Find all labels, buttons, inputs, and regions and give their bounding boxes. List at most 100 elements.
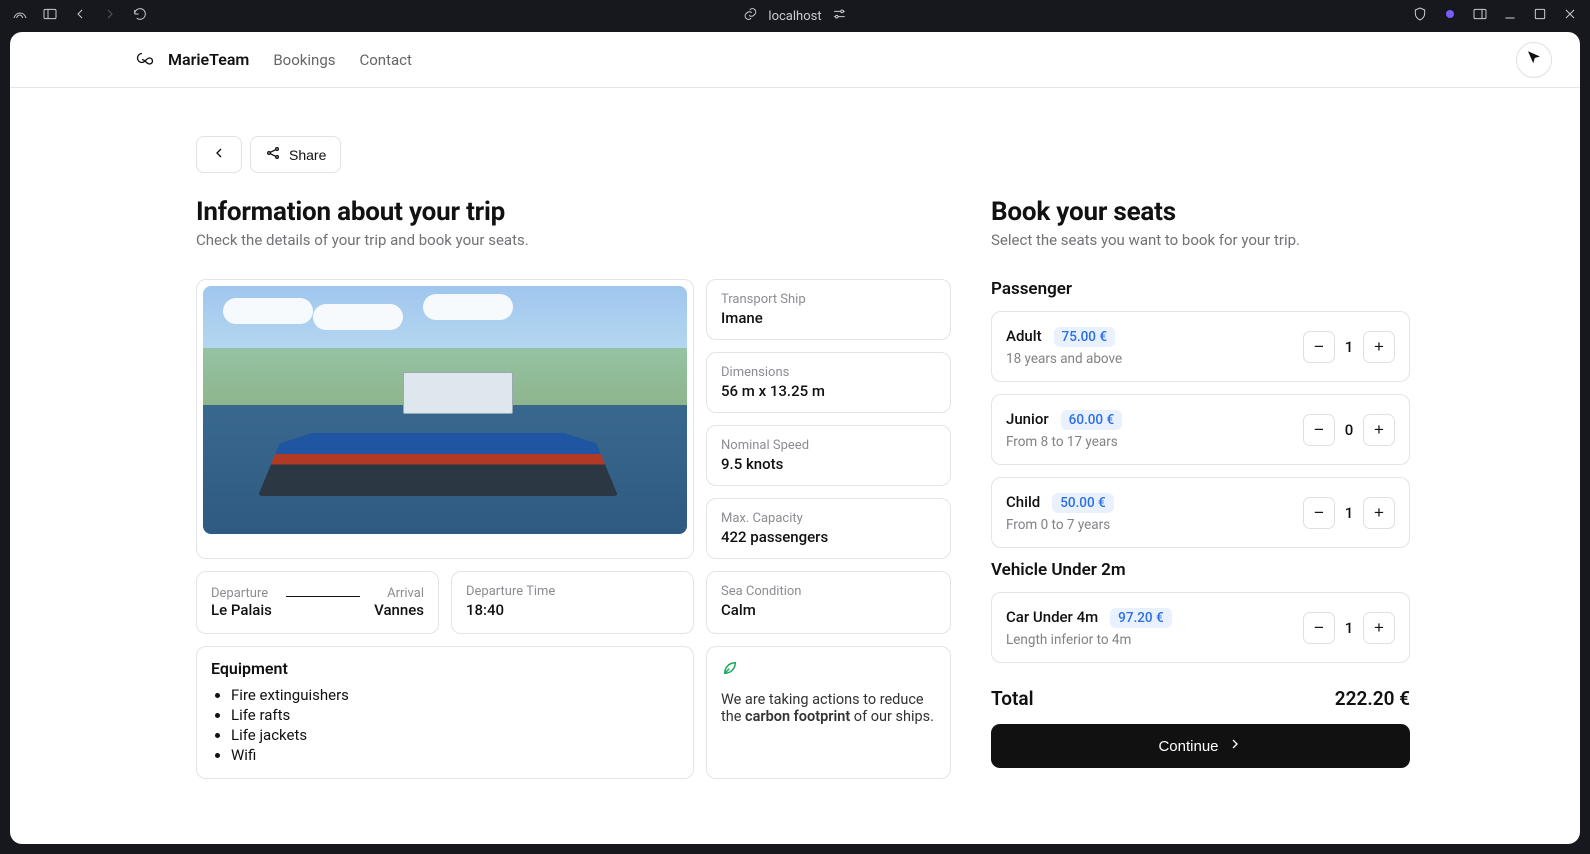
window-minimize-icon[interactable] — [1502, 6, 1518, 26]
ship-image-card — [196, 279, 694, 559]
topbar: MarieTeam Bookings Contact — [10, 32, 1580, 88]
continue-button[interactable]: Continue — [991, 724, 1410, 768]
total-row: Total 222.20 € — [991, 687, 1410, 710]
departure-label: Departure — [211, 586, 272, 601]
increment-button[interactable]: + — [1363, 331, 1395, 363]
dep-time-value: 18:40 — [466, 601, 679, 619]
ticket-price: 75.00 € — [1054, 327, 1115, 347]
forward-icon[interactable] — [102, 6, 118, 26]
share-label: Share — [289, 147, 326, 163]
book-subtitle: Select the seats you want to book for yo… — [991, 231, 1410, 249]
speed-label: Nominal Speed — [721, 438, 936, 453]
ticket-price: 50.00 € — [1052, 493, 1113, 513]
ship-image — [203, 286, 687, 534]
card-sea-condition: Sea Condition Calm — [706, 571, 951, 634]
window-maximize-icon[interactable] — [1532, 6, 1548, 26]
share-icon — [265, 145, 281, 164]
arrival-value: Vannes — [374, 601, 424, 619]
infinity-icon — [136, 49, 160, 71]
qty-value: 1 — [1335, 619, 1363, 637]
increment-button[interactable]: + — [1363, 414, 1395, 446]
card-transport-ship: Transport Ship Imane — [706, 279, 951, 340]
address-host[interactable]: localhost — [768, 9, 821, 24]
ticket-desc: Length inferior to 4m — [1006, 632, 1172, 648]
share-button[interactable]: Share — [250, 136, 341, 173]
sidebar-toggle-icon[interactable] — [42, 6, 58, 26]
nav-bookings[interactable]: Bookings — [273, 51, 335, 69]
extension-icon[interactable] — [1442, 6, 1458, 26]
card-capacity: Max. Capacity 422 passengers — [706, 498, 951, 559]
ticket-desc: From 8 to 17 years — [1006, 434, 1122, 450]
equipment-item: Wifi — [231, 746, 679, 764]
group-heading-vehicle: Vehicle Under 2m — [991, 560, 1410, 580]
arrival-label: Arrival — [374, 586, 424, 601]
book-title: Book your seats — [991, 197, 1410, 227]
tune-icon[interactable] — [832, 6, 848, 26]
continue-label: Continue — [1158, 738, 1218, 755]
ticket-row-car: Car Under 4m 97.20 € Length inferior to … — [991, 592, 1410, 663]
chevron-right-icon — [1227, 736, 1243, 756]
window-close-icon[interactable] — [1562, 6, 1578, 26]
decrement-button[interactable]: − — [1303, 612, 1335, 644]
ticket-name: Child — [1006, 493, 1040, 511]
dimensions-label: Dimensions — [721, 365, 936, 380]
card-eco: We are taking actions to reduce the carb… — [706, 646, 951, 779]
app-frame: MarieTeam Bookings Contact Share — [10, 32, 1580, 844]
card-route: Departure Le Palais Arrival Vannes — [196, 571, 439, 634]
pointer-badge[interactable] — [1516, 42, 1552, 78]
card-speed: Nominal Speed 9.5 knots — [706, 425, 951, 486]
link-icon — [742, 6, 758, 26]
quantity-stepper: − 0 + — [1303, 414, 1395, 446]
ticket-row-child: Child 50.00 € From 0 to 7 years − 1 + — [991, 477, 1410, 548]
card-departure-time: Departure Time 18:40 — [451, 571, 694, 634]
ticket-name: Car Under 4m — [1006, 608, 1098, 626]
shield-icon[interactable] — [1412, 6, 1428, 26]
back-icon[interactable] — [72, 6, 88, 26]
equipment-item: Life jackets — [231, 726, 679, 744]
ticket-row-junior: Junior 60.00 € From 8 to 17 years − 0 + — [991, 394, 1410, 465]
quantity-stepper: − 1 + — [1303, 612, 1395, 644]
decrement-button[interactable]: − — [1303, 497, 1335, 529]
decrement-button[interactable]: − — [1303, 414, 1335, 446]
speed-value: 9.5 knots — [721, 455, 936, 473]
eco-text-bold: carbon footprint — [745, 708, 850, 725]
panel-icon[interactable] — [1472, 6, 1488, 26]
card-dimensions: Dimensions 56 m x 13.25 m — [706, 352, 951, 413]
ticket-price: 97.20 € — [1110, 608, 1171, 628]
qty-value: 1 — [1335, 338, 1363, 356]
back-button[interactable] — [196, 136, 242, 173]
total-label: Total — [991, 687, 1034, 710]
reload-icon[interactable] — [132, 6, 148, 26]
card-equipment: Equipment Fire extinguishers Life rafts … — [196, 646, 694, 779]
quantity-stepper: − 1 + — [1303, 331, 1395, 363]
capacity-label: Max. Capacity — [721, 511, 936, 526]
ticket-row-adult: Adult 75.00 € 18 years and above − 1 + — [991, 311, 1410, 382]
nav-contact[interactable]: Contact — [359, 51, 411, 69]
brand[interactable]: MarieTeam — [136, 49, 249, 71]
total-value: 222.20 € — [1335, 687, 1410, 710]
browser-chrome: localhost — [0, 0, 1590, 32]
transport-ship-label: Transport Ship — [721, 292, 936, 307]
info-title: Information about your trip — [196, 197, 951, 227]
qty-value: 1 — [1335, 504, 1363, 522]
equipment-list: Fire extinguishers Life rafts Life jacke… — [211, 686, 679, 764]
qty-value: 0 — [1335, 421, 1363, 439]
departure-value: Le Palais — [211, 601, 272, 619]
leaf-icon — [721, 662, 739, 681]
ticket-desc: From 0 to 7 years — [1006, 517, 1114, 533]
increment-button[interactable]: + — [1363, 497, 1395, 529]
ticket-name: Adult — [1006, 327, 1042, 345]
equipment-item: Fire extinguishers — [231, 686, 679, 704]
increment-button[interactable]: + — [1363, 612, 1395, 644]
arc-icon — [12, 6, 28, 26]
group-heading-passenger: Passenger — [991, 279, 1410, 299]
decrement-button[interactable]: − — [1303, 331, 1335, 363]
eco-text-post: of our ships. — [850, 708, 934, 725]
dimensions-value: 56 m x 13.25 m — [721, 382, 936, 400]
quantity-stepper: − 1 + — [1303, 497, 1395, 529]
ticket-name: Junior — [1006, 410, 1049, 428]
ticket-desc: 18 years and above — [1006, 351, 1122, 367]
pointer-icon — [1525, 49, 1543, 71]
capacity-value: 422 passengers — [721, 528, 936, 546]
transport-ship-value: Imane — [721, 309, 936, 327]
